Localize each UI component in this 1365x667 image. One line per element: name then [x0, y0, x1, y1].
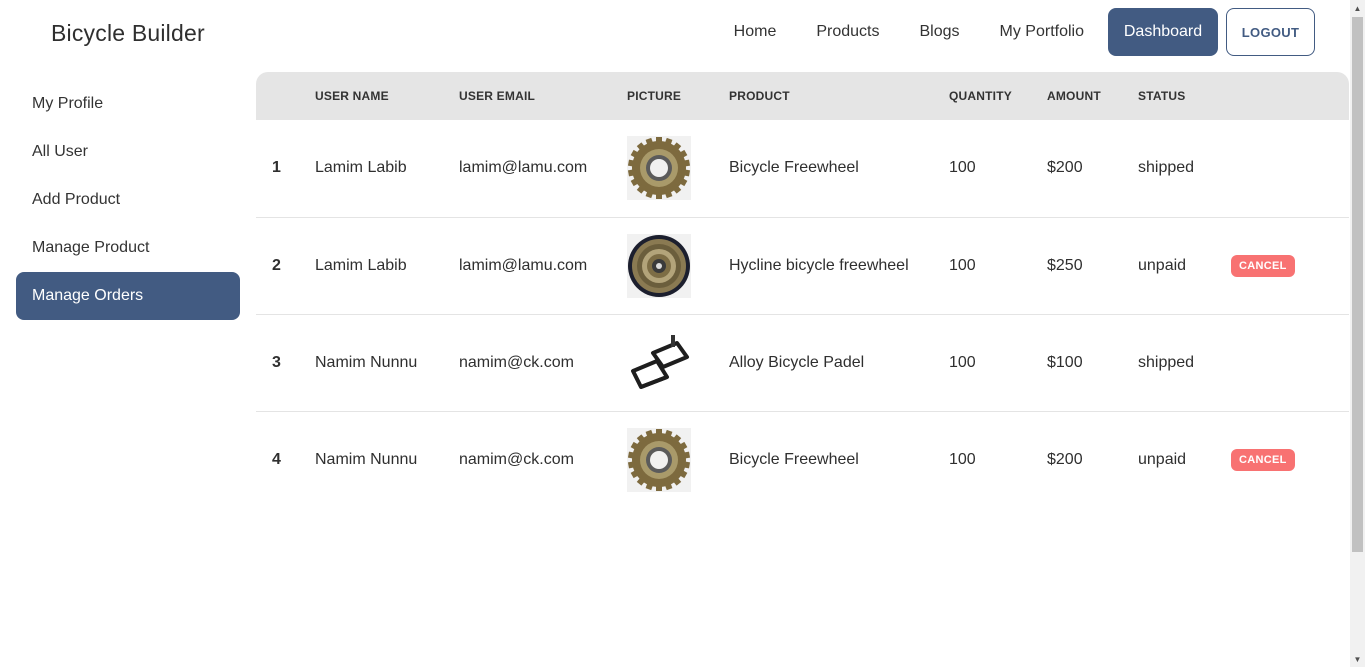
row-picture-cell — [627, 217, 729, 314]
freewheel-image — [627, 427, 691, 492]
header-product: PRODUCT — [729, 89, 790, 103]
row-product: Bicycle Freewheel — [729, 450, 859, 468]
row-picture-cell — [627, 314, 729, 411]
scroll-up-arrow-icon[interactable]: ▲ — [1350, 0, 1365, 16]
table-row: 4 Namim Nunnu namim@ck.com Bicycle Freew… — [256, 411, 1349, 508]
row-user-email: namim@ck.com — [459, 450, 574, 468]
row-action-cell — [1231, 314, 1349, 411]
row-status: unpaid — [1138, 450, 1187, 468]
scroll-down-arrow-icon[interactable]: ▼ — [1350, 651, 1365, 667]
row-quantity: 100 — [949, 353, 976, 371]
nav-portfolio[interactable]: My Portfolio — [980, 8, 1104, 56]
row-amount: $200 — [1047, 450, 1083, 468]
row-amount: $100 — [1047, 353, 1083, 371]
row-action-cell: CANCEL — [1231, 217, 1349, 314]
header-index — [256, 72, 315, 120]
row-index: 1 — [272, 159, 281, 177]
sidebar: My Profile All User Add Product Manage P… — [16, 80, 240, 320]
row-index: 2 — [272, 256, 281, 274]
row-product: Alloy Bicycle Padel — [729, 353, 865, 371]
row-quantity: 100 — [949, 256, 976, 274]
row-product: Hycline bicycle freewheel — [729, 256, 909, 274]
table-header-row: USER NAME USER EMAIL PICTURE PRODUCT QUA… — [256, 72, 1349, 120]
header-status: STATUS — [1138, 89, 1186, 103]
row-user-email: lamim@lamu.com — [459, 256, 588, 274]
row-amount: $250 — [1047, 256, 1083, 274]
brand-title[interactable]: Bicycle Builder — [51, 20, 205, 47]
nav-blogs[interactable]: Blogs — [900, 8, 980, 56]
freewheel-image — [627, 136, 691, 201]
orders-table: USER NAME USER EMAIL PICTURE PRODUCT QUA… — [256, 72, 1349, 508]
nav-home[interactable]: Home — [714, 8, 797, 56]
sidebar-item-manage-orders[interactable]: Manage Orders — [16, 272, 240, 320]
page-scrollbar[interactable]: ▲ ▼ — [1350, 0, 1365, 667]
table-row: 3 Namim Nunnu namim@ck.com Alloy Bicycle… — [256, 314, 1349, 411]
orders-table-container: USER NAME USER EMAIL PICTURE PRODUCT QUA… — [256, 72, 1349, 508]
cancel-button[interactable]: CANCEL — [1231, 448, 1295, 471]
cassette-image — [627, 233, 691, 298]
header-quantity: QUANTITY — [949, 89, 1012, 103]
header-action — [1231, 72, 1349, 120]
table-row: 2 Lamim Labib lamim@lamu.com Hycline bic… — [256, 217, 1349, 314]
row-action-cell: CANCEL — [1231, 411, 1349, 508]
sidebar-item-add-product[interactable]: Add Product — [16, 176, 240, 224]
sidebar-item-manage-product[interactable]: Manage Product — [16, 224, 240, 272]
row-quantity: 100 — [949, 159, 976, 177]
row-user-email: namim@ck.com — [459, 353, 574, 371]
logout-button[interactable]: LOGOUT — [1226, 8, 1315, 56]
sidebar-item-all-user[interactable]: All User — [16, 128, 240, 176]
header-user-name: USER NAME — [315, 89, 389, 103]
scrollbar-thumb[interactable] — [1352, 17, 1363, 552]
nav-products[interactable]: Products — [796, 8, 899, 56]
header-amount: AMOUNT — [1047, 89, 1101, 103]
row-picture-cell — [627, 120, 729, 217]
row-product: Bicycle Freewheel — [729, 159, 859, 177]
header-user-email: USER EMAIL — [459, 89, 536, 103]
row-amount: $200 — [1047, 159, 1083, 177]
dashboard-button[interactable]: Dashboard — [1108, 8, 1218, 56]
table-row: 1 Lamim Labib lamim@lamu.com Bicycle Fre… — [256, 120, 1349, 217]
row-user-name: Lamim Labib — [315, 256, 407, 274]
row-user-email: lamim@lamu.com — [459, 159, 588, 177]
page: Bicycle Builder Home Products Blogs My P… — [0, 0, 1365, 667]
top-nav: Home Products Blogs My Portfolio Dashboa… — [714, 8, 1315, 56]
header-picture: PICTURE — [627, 89, 682, 103]
row-quantity: 100 — [949, 450, 976, 468]
sidebar-item-my-profile[interactable]: My Profile — [16, 80, 240, 128]
row-action-cell — [1231, 120, 1349, 217]
row-status: shipped — [1138, 353, 1195, 371]
pedal-image — [627, 330, 691, 395]
row-user-name: Namim Nunnu — [315, 353, 418, 371]
row-user-name: Lamim Labib — [315, 159, 407, 177]
row-status: shipped — [1138, 159, 1195, 177]
row-status: unpaid — [1138, 256, 1187, 274]
row-index: 4 — [272, 450, 281, 468]
row-index: 3 — [272, 353, 281, 371]
row-user-name: Namim Nunnu — [315, 450, 418, 468]
cancel-button[interactable]: CANCEL — [1231, 254, 1295, 277]
row-picture-cell — [627, 411, 729, 508]
